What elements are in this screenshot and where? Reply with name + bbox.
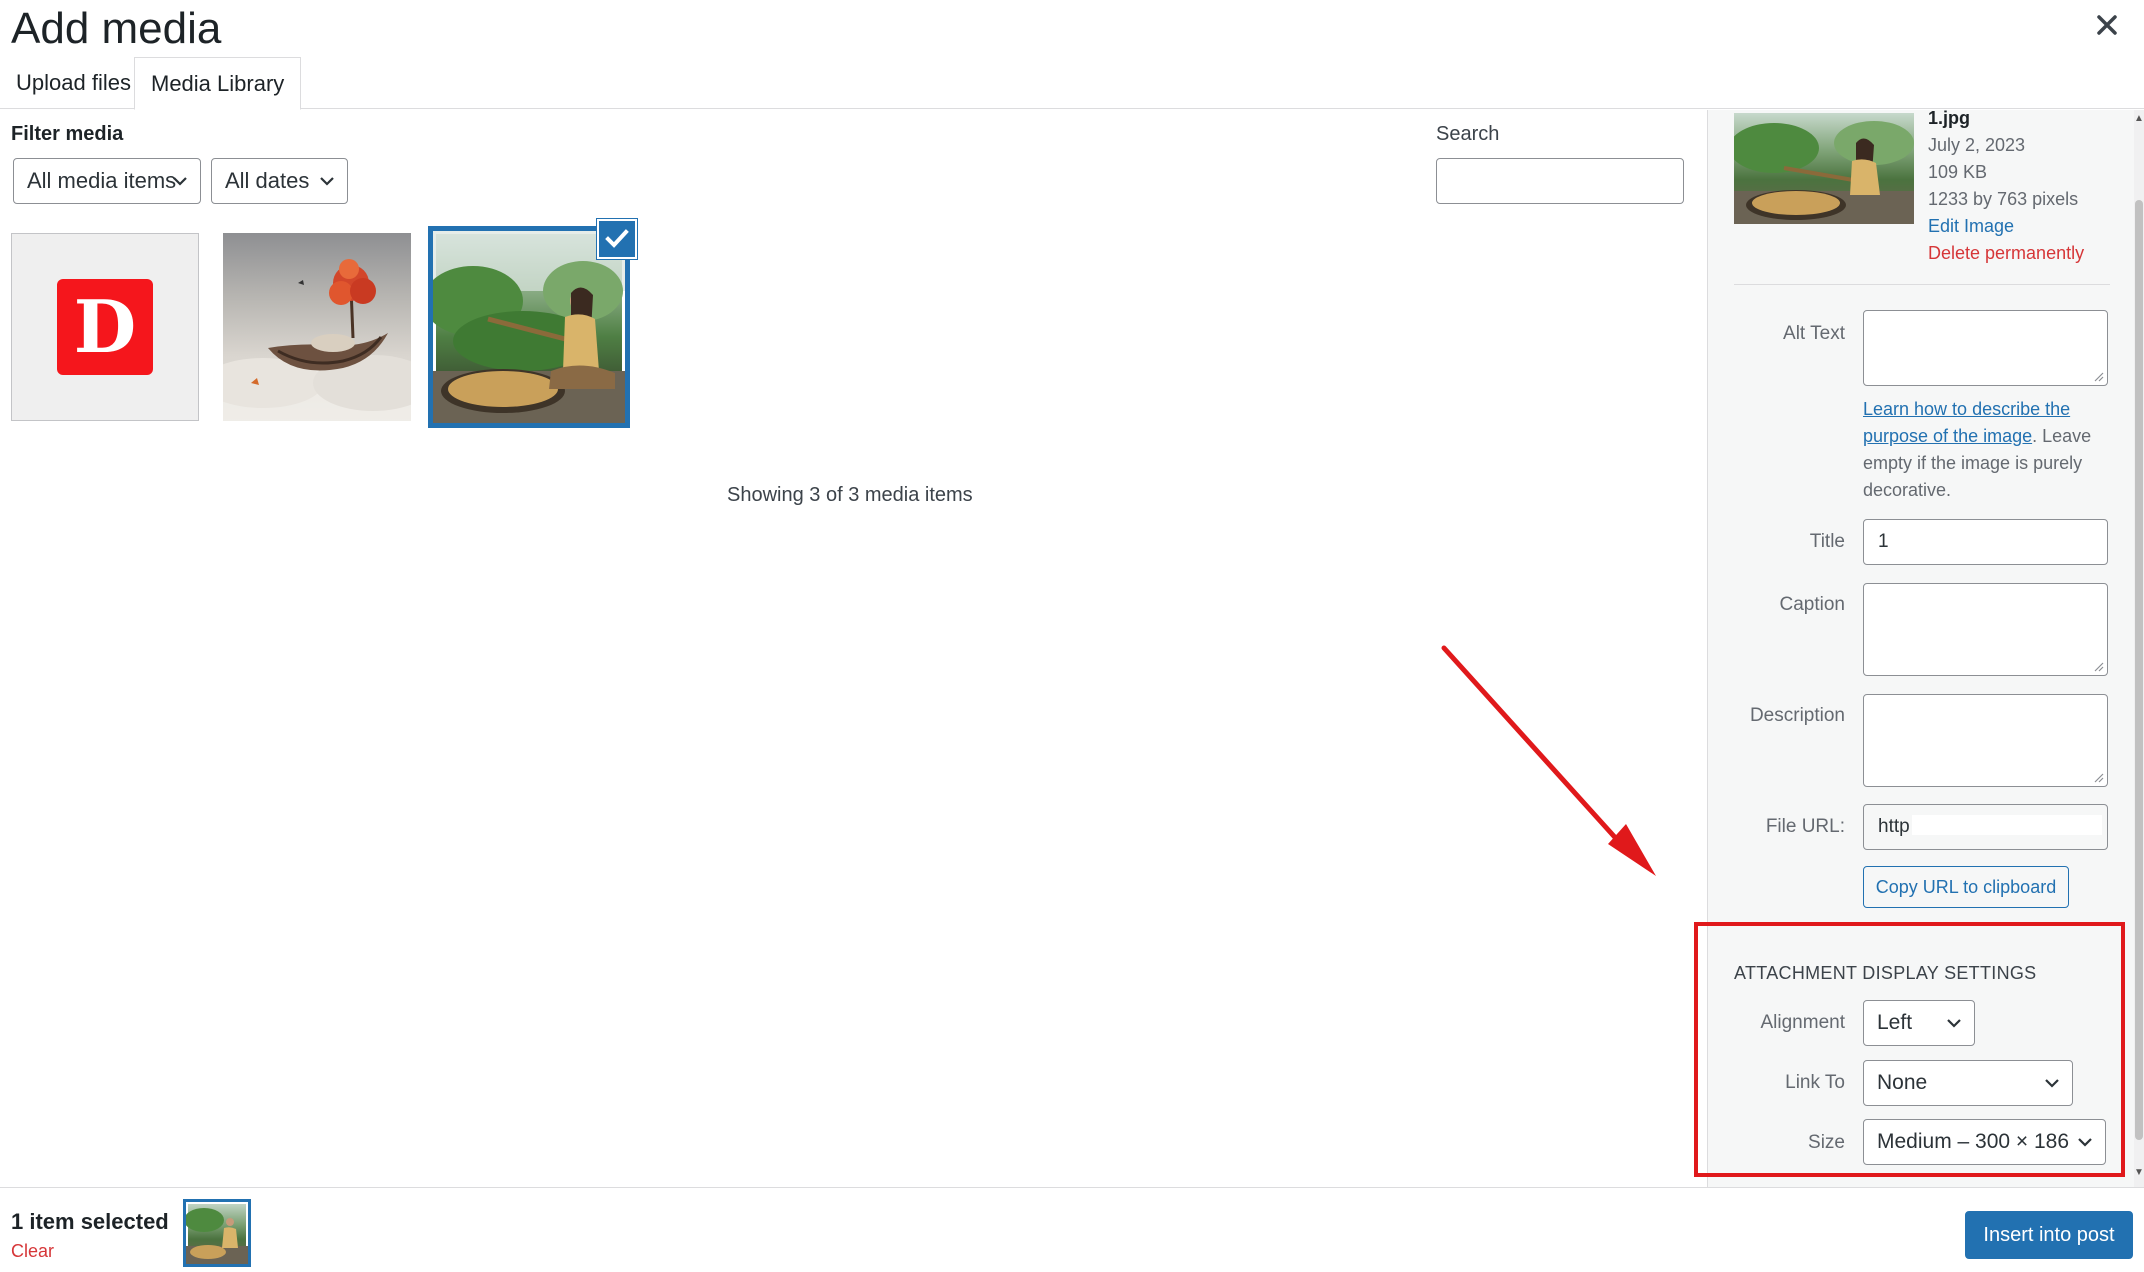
description-label: Description <box>1749 705 1845 726</box>
attachment-date: July 2, 2023 <box>1928 135 2026 155</box>
size-select-value: Medium – 300 × 186 <box>1877 1130 2070 1153</box>
resize-handle-icon[interactable] <box>2094 662 2104 672</box>
filter-media-label: Filter media <box>11 123 124 145</box>
resize-handle-icon[interactable] <box>2094 372 2104 382</box>
search-label: Search <box>1436 123 1500 145</box>
link-to-label: Link To <box>1785 1072 1845 1093</box>
alt-text-field[interactable] <box>1863 310 2108 386</box>
media-type-select-value: All media items <box>27 168 177 193</box>
alignment-select-value: Left <box>1877 1011 1913 1034</box>
date-select-value: All dates <box>225 168 310 193</box>
link-to-select-value: None <box>1877 1071 1928 1094</box>
chevron-down-icon <box>320 177 334 186</box>
attachment-filename: 1.jpg <box>1928 108 1971 128</box>
scroll-down-icon[interactable]: ▼ <box>2134 1168 2144 1178</box>
tab-media-library[interactable]: Media Library <box>134 57 302 110</box>
media-tabs: Upload files Media Library <box>0 57 2144 110</box>
redacted-url-mask <box>1912 815 2102 835</box>
selected-check-icon[interactable] <box>597 219 637 259</box>
chevron-down-icon <box>2078 1138 2092 1147</box>
alignment-label: Alignment <box>1760 1012 1846 1033</box>
close-icon[interactable] <box>2092 10 2122 40</box>
link-to-select[interactable]: None <box>1863 1060 2073 1106</box>
title-field[interactable]: 1 <box>1863 519 2108 565</box>
date-select[interactable]: All dates <box>211 158 348 204</box>
alignment-select[interactable]: Left <box>1863 1000 1975 1046</box>
scroll-up-icon[interactable]: ▲ <box>2134 114 2144 124</box>
tab-upload-files[interactable]: Upload files <box>0 57 147 109</box>
file-url-value: http <box>1878 816 1910 837</box>
sidebar-scrollbar-thumb[interactable] <box>2135 200 2143 1140</box>
size-label: Size <box>1808 1132 1845 1153</box>
details-divider <box>1734 284 2110 285</box>
media-toolbar-footer <box>0 1187 2144 1272</box>
clear-selection-link[interactable]: Clear <box>11 1241 54 1262</box>
d-logo-thumbnail[interactable]: D <box>11 233 199 421</box>
description-field[interactable] <box>1863 694 2108 787</box>
chevron-down-icon <box>1947 1019 1961 1028</box>
d-logo-icon: D <box>57 279 153 375</box>
attachment-preview <box>1734 113 1914 224</box>
delete-permanently-link[interactable]: Delete permanently <box>1928 243 2084 264</box>
alt-text-help: Learn how to describe the purpose of the… <box>1863 396 2108 504</box>
size-select[interactable]: Medium – 300 × 186 <box>1863 1119 2106 1165</box>
attachment-filesize: 109 KB <box>1928 162 1988 182</box>
search-input[interactable] <box>1436 158 1684 204</box>
title-label: Title <box>1809 531 1845 552</box>
chevron-down-icon <box>173 177 187 186</box>
alt-text-label: Alt Text <box>1783 323 1845 344</box>
file-url-label: File URL: <box>1765 816 1845 837</box>
copy-url-button[interactable]: Copy URL to clipboard <box>1863 866 2069 908</box>
attachment-dimensions: 1233 by 763 pixels <box>1928 189 2079 209</box>
boat-clouds-thumbnail[interactable] <box>223 233 411 421</box>
chevron-down-icon <box>2045 1079 2059 1088</box>
resize-handle-icon[interactable] <box>2094 773 2104 783</box>
selected-count: 1 item selected <box>11 1209 169 1234</box>
caption-label: Caption <box>1779 594 1846 615</box>
red-arrow-annotation <box>1441 645 1656 876</box>
insert-into-post-button[interactable]: Insert into post <box>1965 1211 2133 1259</box>
media-type-select[interactable]: All media items <box>13 158 201 204</box>
caption-field[interactable] <box>1863 583 2108 676</box>
edit-image-link[interactable]: Edit Image <box>1928 216 2014 237</box>
file-url-field[interactable]: http <box>1863 804 2108 850</box>
modal-title: Add media <box>11 4 222 53</box>
showing-count: Showing 3 of 3 media items <box>727 484 973 506</box>
display-settings-heading: Attachment Display Settings <box>1734 963 2037 983</box>
selected-mini-thumbnail[interactable] <box>183 1199 251 1267</box>
